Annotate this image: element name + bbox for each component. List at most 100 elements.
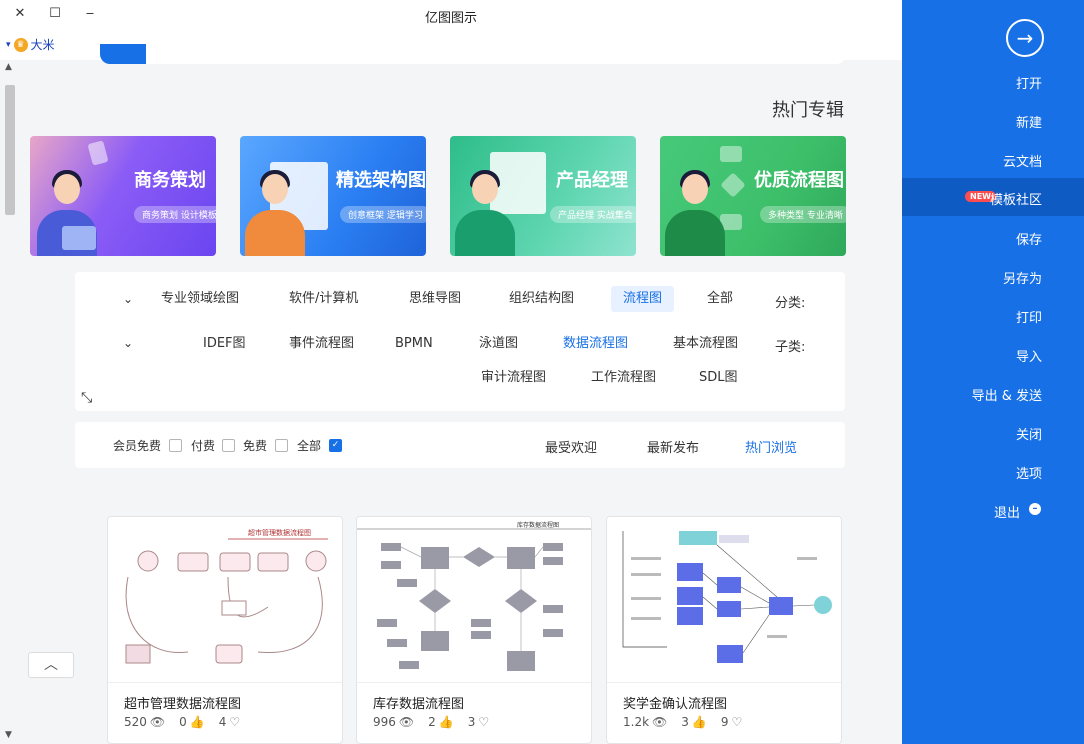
category-chip[interactable]: 软件/计算机 — [277, 286, 370, 312]
flow-node — [720, 146, 742, 162]
banner-title: 优质流程图 — [754, 170, 844, 191]
menu-item-save-as[interactable]: 另存为 — [902, 257, 1084, 295]
expand-icon[interactable]: ⤡ — [81, 390, 92, 406]
banner-product-manager[interactable]: 产品经理 产品经理 实战集合 — [450, 136, 636, 256]
template-card[interactable]: 库存数据流程图 库存数据流程图 996 👁 2 👍 3 ♡ — [356, 516, 592, 744]
scroll-down-icon[interactable]: ▼ — [5, 730, 12, 740]
person-illustration — [660, 166, 730, 256]
checkbox-label: 付费 — [191, 439, 216, 453]
likes-icon[interactable]: 👍 — [439, 715, 454, 729]
menu-item-print[interactable]: 打印 — [902, 296, 1084, 334]
subcategory-chip[interactable]: IDEF图 — [191, 331, 258, 357]
title-bar: ✕ ☐ ‒ 亿图图示 — [0, 0, 902, 30]
favorite-icon[interactable]: ♡ — [229, 715, 240, 729]
category-chip[interactable]: 全部 — [695, 286, 745, 312]
banner-flowchart[interactable]: 优质流程图 多种类型 专业清晰 — [660, 136, 846, 256]
sort-tab-active[interactable]: 热门浏览 — [745, 437, 797, 456]
scrollbar-thumb[interactable] — [5, 85, 15, 215]
template-thumbnail: 超市管理数据流程图 — [108, 517, 342, 683]
checkbox-free[interactable] — [275, 439, 288, 452]
menu-item-label: 选项 — [1015, 467, 1042, 482]
dfd-thumbnail-svg — [622, 531, 832, 663]
menu-item-close[interactable]: 关闭 — [902, 413, 1084, 451]
menu-item-save[interactable]: 保存 — [902, 218, 1084, 256]
chevron-down-icon[interactable]: ⌄ — [123, 336, 133, 350]
menu-item-new[interactable]: 新建 — [902, 101, 1084, 139]
menu-item-export-send[interactable]: 导出 & 发送 — [902, 374, 1084, 412]
template-card[interactable]: 奖学金确认流程图 1.2k 👁 3 👍 9 ♡ — [606, 516, 842, 744]
likes-count: 3 — [681, 715, 689, 729]
menu-item-label: 新建 — [1015, 116, 1042, 131]
card-title: 超市管理数据流程图 — [124, 697, 242, 712]
likes-icon[interactable]: 👍 — [190, 715, 205, 729]
user-account[interactable]: ▾ ♛ 大米 — [6, 36, 55, 53]
checkbox-paid[interactable] — [222, 439, 235, 452]
caret-down-icon: ▾ — [6, 39, 11, 50]
views-icon: 👁 — [398, 715, 415, 729]
scrollbar[interactable]: ▲ ▼ — [0, 60, 20, 744]
checkbox-all[interactable]: ✓ — [329, 439, 342, 452]
subcategory-chip[interactable]: 基本流程图 — [661, 331, 750, 357]
dfd-thumbnail-svg: 超市管理数据流程图 — [125, 528, 328, 664]
likes-icon[interactable]: 👍 — [692, 715, 707, 729]
filter-panel: ⌄ 专业领域绘图 软件/计算机 思维导图 组织结构图 流程图 全部 分类: ⌄ … — [75, 272, 845, 411]
subcategory-chip[interactable]: SDL图 — [687, 365, 750, 391]
user-name: 大米 — [30, 38, 55, 52]
favorite-icon[interactable]: ♡ — [732, 715, 743, 729]
search-bar[interactable] — [100, 44, 846, 64]
favorite-icon[interactable]: ♡ — [478, 715, 489, 729]
checkbox-label: 会员免费 — [113, 439, 162, 453]
menu-item-label: 模板社区 — [989, 193, 1042, 208]
menu-item-label: 打开 — [1015, 77, 1042, 92]
search-button[interactable] — [100, 44, 146, 64]
views-count: 996 — [373, 715, 396, 729]
exit-icon: – — [1029, 503, 1041, 515]
menu-item-template-community[interactable]: NEW 模板社区 — [902, 178, 1084, 216]
menu-item-label: 退出 — [993, 506, 1020, 521]
menu-item-import[interactable]: 导入 — [902, 335, 1084, 373]
template-card[interactable]: 超市管理数据流程图 超市管理数据流程图 520 👁 0 👍 4 ♡ — [107, 516, 343, 744]
menu-item-open[interactable]: 打开 — [902, 62, 1084, 100]
chevron-down-icon[interactable]: ⌄ — [123, 292, 133, 306]
menu-item-cloud[interactable]: 云文档 — [902, 140, 1084, 178]
template-thumbnail: 库存数据流程图 — [357, 517, 591, 683]
category-chip-active[interactable]: 流程图 — [611, 286, 675, 312]
favs-count: 3 — [467, 715, 476, 729]
menu-item-exit[interactable]: 退出 – — [902, 491, 1084, 529]
category-chip[interactable]: 思维导图 — [397, 286, 473, 312]
subcategory-chip[interactable]: 工作流程图 — [579, 365, 668, 391]
sort-tab[interactable]: 最受欢迎 — [545, 437, 597, 456]
favs-count: 4 — [218, 715, 227, 729]
card-stats: 1.2k 👁 3 👍 9 ♡ — [623, 715, 742, 729]
menu-item-label: 打印 — [1015, 311, 1042, 326]
card-title: 奖学金确认流程图 — [623, 697, 728, 712]
subcategory-chip[interactable]: 泳道图 — [467, 331, 530, 357]
category-chip[interactable]: 组织结构图 — [497, 286, 586, 312]
subcategory-label: 子类: — [775, 340, 806, 355]
subcategory-chip[interactable]: BPMN — [383, 331, 445, 357]
menu-item-label: 保存 — [1015, 233, 1042, 248]
person-illustration — [240, 166, 310, 256]
views-count: 1.2k — [623, 715, 650, 729]
menu-item-label: 关闭 — [1015, 428, 1042, 443]
subcategory-chip-active[interactable]: 数据流程图 — [551, 331, 640, 357]
menu-item-options[interactable]: 选项 — [902, 452, 1084, 490]
back-to-top-button[interactable]: ︿ — [28, 652, 74, 678]
subcategory-chip[interactable]: 审计流程图 — [469, 365, 558, 391]
banner-business-plan[interactable]: 商务策划 商务策划 设计模板 — [30, 136, 216, 256]
subcategory-chip[interactable]: 事件流程图 — [277, 331, 366, 357]
banner-title: 商务策划 — [134, 170, 206, 191]
favs-count: 9 — [720, 715, 729, 729]
app-window: ✕ ☐ ‒ 亿图图示 ▾ ♛ 大米 ▲ ▼ 热门专辑 商务策划 商务策划 设计模… — [0, 0, 1084, 744]
back-arrow-icon[interactable]: → — [1006, 19, 1044, 57]
likes-count: 2 — [428, 715, 436, 729]
banner-title: 精选架构图 — [336, 170, 426, 191]
category-chip[interactable]: 专业领域绘图 — [149, 286, 251, 312]
banner-architecture[interactable]: 精选架构图 创意框架 逻辑学习 — [240, 136, 426, 256]
scroll-up-icon[interactable]: ▲ — [5, 62, 12, 72]
checkbox-member-free[interactable] — [169, 439, 182, 452]
window-title: 亿图图示 — [424, 11, 477, 26]
template-thumbnail — [607, 517, 841, 683]
sort-tab[interactable]: 最新发布 — [647, 437, 699, 456]
card-title: 库存数据流程图 — [373, 697, 465, 712]
